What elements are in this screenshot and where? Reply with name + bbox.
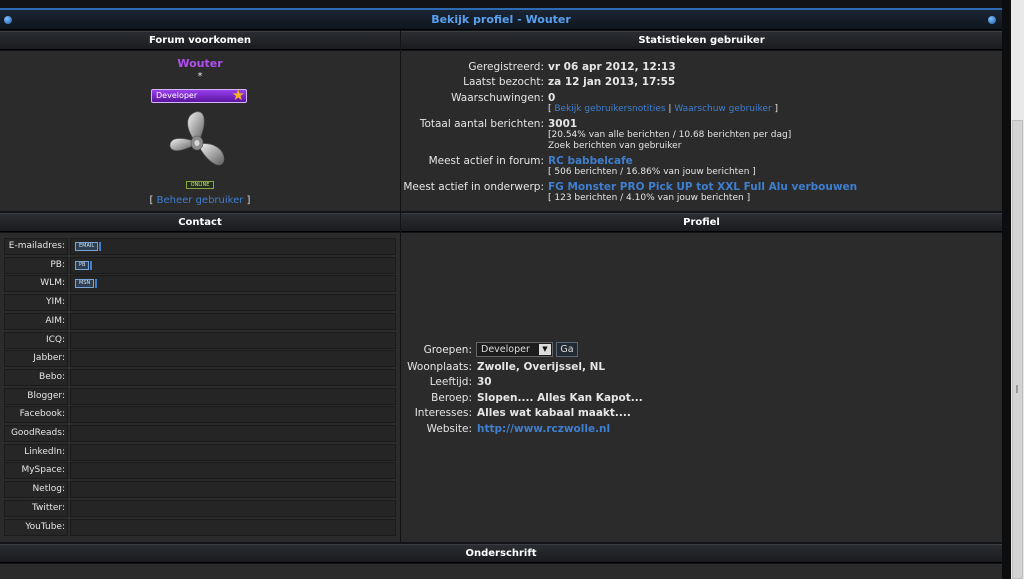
most-active-topic-link[interactable]: FG Monster PRO Pick UP tot XXL Full Alu … [548,181,857,193]
contact-label: Bebo: [4,368,68,386]
bullet-icon [988,16,996,24]
contact-row: Blogger: [4,387,396,405]
contact-label: YouTube: [4,518,68,536]
contact-row: PB: PB [4,256,396,274]
contact-row: Twitter: [4,499,396,517]
contact-value: PB [70,256,396,274]
page-title: Bekijk profiel - Wouter [431,13,571,26]
contact-label: ICQ: [4,331,68,349]
page-gutter [1002,0,1011,579]
avatar [169,111,225,166]
contact-value [70,425,396,442]
contact-row: AIM: [4,312,396,330]
contact-label: MySpace: [4,462,68,480]
manage-user-link[interactable]: Beheer gebruiker [157,195,244,206]
contact-value [70,387,396,405]
contact-label: Blogger: [4,387,68,405]
contact-label: PB: [4,256,68,274]
contact-value [70,518,396,536]
contact-row: Jabber: [4,350,396,368]
warnings-actions: [ Bekijk gebruikersnotities | Waarschuw … [548,104,779,114]
vertical-scrollbar[interactable] [1011,0,1024,579]
contact-value [70,312,396,330]
contact-row: YouTube: [4,518,396,536]
contact-row: Facebook: [4,406,396,424]
username[interactable]: Wouter [0,57,400,70]
forum-activity-detail: [ 506 berichten / 16.86% van jouw berich… [548,167,756,177]
search-user-posts-link[interactable]: Zoek berichten van gebruiker [548,141,681,151]
most-active-forum-link[interactable]: RC babbelcafe [548,155,633,167]
contact-value [70,406,396,424]
contact-label: Netlog: [4,481,68,499]
scrollbar-grip-icon [1016,385,1018,393]
contact-label: Facebook: [4,406,68,424]
contact-label: E-mailadres: [4,238,68,255]
contact-row: Bebo: [4,368,396,386]
total-posts-detail: [20.54% van alle berichten / 10.68 beric… [548,130,792,140]
contact-value: EMAIL [70,238,396,255]
contact-row: MySpace: [4,462,396,480]
contact-label: LinkedIn: [4,443,68,461]
contact-value: MSN [70,275,396,293]
contact-label: Twitter: [4,499,68,517]
contact-value [70,481,396,499]
online-status-badge: ONLINE [186,181,214,189]
contact-row: ICQ: [4,331,396,349]
rank-stars: * [197,71,203,82]
contact-row: WLM: MSN [4,275,396,293]
website-link[interactable]: http://www.rczwolle.nl [477,423,610,435]
contact-value [70,499,396,517]
groups-select[interactable]: Developer ▼ [476,342,553,357]
contact-value [70,443,396,461]
contact-value [70,294,396,312]
contact-value [70,462,396,480]
contact-row: E-mailadres: EMAIL [4,238,396,255]
rank-badge: Developer ★ [151,86,247,104]
contact-value [70,331,396,349]
contact-header: Contact [0,213,400,232]
contact-row: LinkedIn: [4,443,396,461]
contact-label: YIM: [4,294,68,312]
contact-row: YIM: [4,294,396,312]
contact-row: GoodReads: [4,425,396,442]
scrollbar-thumb[interactable] [1012,120,1023,579]
user-stats-header: Statistieken gebruiker [401,31,1002,50]
contact-label: AIM: [4,312,68,330]
contact-value [70,368,396,386]
forum-appearance-header: Forum voorkomen [0,31,400,50]
contact-value [70,350,396,368]
go-button[interactable]: Ga [556,342,578,357]
contact-label: GoodReads: [4,425,68,442]
contact-msn-button[interactable]: MSN [75,279,98,289]
contact-label: WLM: [4,275,68,293]
contact-pb-button[interactable]: PB [75,260,94,270]
warn-user-link[interactable]: Waarschuw gebruiker [674,104,771,114]
profile-header: Profiel [401,213,1002,232]
signature-panel [0,564,1002,579]
topic-activity-detail: [ 123 berichten / 4.10% van jouw bericht… [548,193,751,203]
profile-title-bar: Bekijk profiel - Wouter [0,8,1002,30]
star-icon: ★ [231,86,245,104]
chevron-down-icon[interactable]: ▼ [539,344,551,355]
contact-row: Netlog: [4,481,396,499]
signature-header: Onderschrift [0,544,1002,563]
rank-label: Developer [156,91,198,100]
contact-label: Jabber: [4,350,68,368]
view-user-notes-link[interactable]: Bekijk gebruikersnotities [554,104,665,114]
contact-email-button[interactable]: EMAIL [75,242,102,251]
manage-user-line: [ Beheer gebruiker ] [149,195,251,206]
